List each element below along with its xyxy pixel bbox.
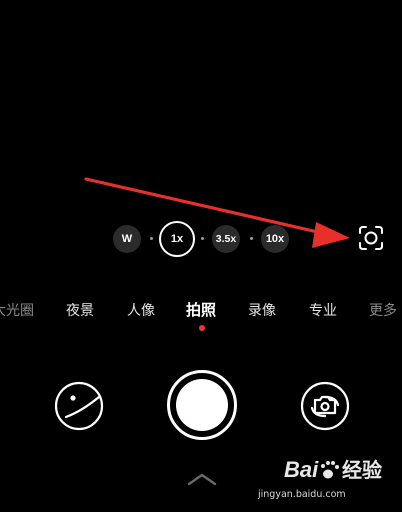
- gallery-thumbnail-icon[interactable]: [54, 381, 104, 431]
- mode-portrait[interactable]: 人像: [127, 300, 155, 320]
- zoom-wide-button[interactable]: W: [113, 225, 141, 253]
- mode-aperture[interactable]: 大光圈: [0, 300, 34, 320]
- mode-night[interactable]: 夜景: [66, 300, 94, 320]
- baidu-jingyan-watermark-logo: Bai 经验: [284, 457, 382, 482]
- mode-more[interactable]: 更多: [369, 300, 397, 320]
- zoom-separator-dot: [250, 237, 253, 240]
- shutter-button-core[interactable]: [176, 379, 228, 431]
- zoom-10x-button[interactable]: 10x: [261, 225, 289, 253]
- mode-video[interactable]: 录像: [248, 300, 276, 320]
- mode-pro[interactable]: 专业: [309, 300, 337, 320]
- zoom-separator-dot: [150, 237, 153, 240]
- svg-text:Bai: Bai: [284, 457, 319, 482]
- chevron-up-icon[interactable]: [186, 471, 218, 487]
- zoom-separator-dot: [201, 237, 204, 240]
- zoom-1x-button[interactable]: 1x: [159, 221, 195, 257]
- camera-switch-icon[interactable]: [300, 381, 350, 431]
- mode-photo[interactable]: 拍照: [186, 299, 216, 320]
- focus-lens-icon[interactable]: [357, 224, 385, 252]
- mode-indicator-dot: [199, 325, 205, 331]
- watermark-url: jingyan.baidu.com: [258, 489, 346, 500]
- annotation-arrow: [84, 177, 350, 248]
- svg-text:经验: 经验: [342, 458, 382, 482]
- zoom-3-5x-button[interactable]: 3.5x: [212, 225, 240, 253]
